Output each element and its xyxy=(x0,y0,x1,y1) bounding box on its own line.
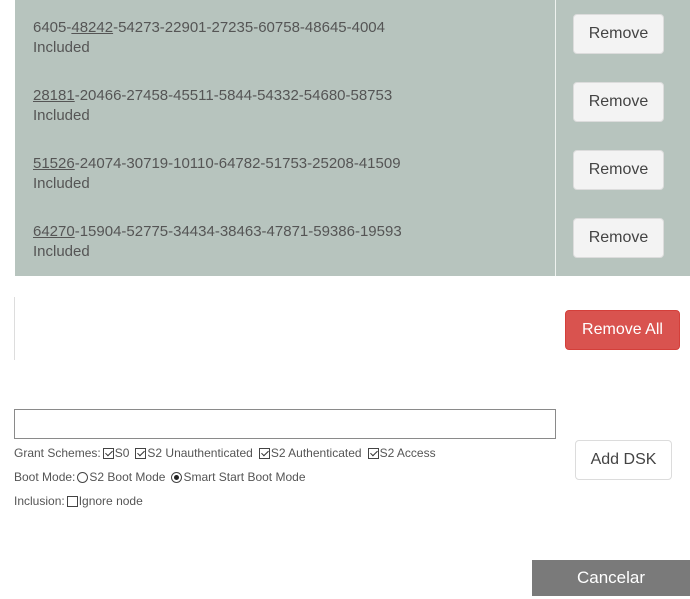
dsk-pin: 51526 xyxy=(33,155,75,172)
dsk-status: Included xyxy=(33,243,90,260)
add-dsk-button[interactable]: Add DSK xyxy=(575,440,672,480)
grant-schemes-row: Grant Schemes: S0 S2 Unauthenticated S2 … xyxy=(14,445,440,461)
smart-start-boot-mode-label: Smart Start Boot Mode xyxy=(183,470,306,484)
dsk-pin: 64270 xyxy=(33,223,75,240)
dsk-status: Included xyxy=(33,175,90,192)
dsk-entry: 28181-20466-27458-45511-5844-54332-54680… xyxy=(33,86,392,126)
remove-button[interactable]: Remove xyxy=(573,150,664,190)
dsk-status: Included xyxy=(33,107,90,124)
s2-authenticated-label: S2 Authenticated xyxy=(270,446,362,460)
dsk-entry: 51526-24074-30719-10110-64782-51753-2520… xyxy=(33,154,401,194)
dsk-suffix: -54273-22901-27235-60758-48645-4004 xyxy=(113,19,385,36)
dsk-row: 64270-15904-52775-34434-38463-47871-5938… xyxy=(15,204,690,272)
smart-start-boot-mode-radio[interactable] xyxy=(171,471,183,483)
dsk-entry: 6405-48242-54273-22901-27235-60758-48645… xyxy=(33,18,385,58)
dsk-value: 51526-24074-30719-10110-64782-51753-2520… xyxy=(33,154,401,174)
remove-all-button[interactable]: Remove All xyxy=(565,310,680,350)
cancel-button[interactable]: Cancelar xyxy=(532,560,690,596)
dsk-suffix: -24074-30719-10110-64782-51753-25208-415… xyxy=(74,155,401,172)
dsk-suffix: -15904-52775-34434-38463-47871-59386-195… xyxy=(74,223,402,240)
divider xyxy=(14,297,15,360)
dsk-value: 6405-48242-54273-22901-27235-60758-48645… xyxy=(33,18,385,38)
inclusion-row: Inclusion: Ignore node xyxy=(14,493,147,509)
dsk-pin: 28181 xyxy=(33,87,75,104)
dsk-entry: 64270-15904-52775-34434-38463-47871-5938… xyxy=(33,222,402,262)
dsk-table: 6405-48242-54273-22901-27235-60758-48645… xyxy=(15,0,690,276)
s2-authenticated-checkbox[interactable] xyxy=(258,447,270,459)
dsk-row: 6405-48242-54273-22901-27235-60758-48645… xyxy=(15,0,690,68)
s2-access-label: S2 Access xyxy=(379,446,436,460)
boot-mode-row: Boot Mode: S2 Boot Mode Smart Start Boot… xyxy=(14,469,310,485)
s2-boot-mode-radio[interactable] xyxy=(77,471,89,483)
dsk-value: 64270-15904-52775-34434-38463-47871-5938… xyxy=(33,222,402,242)
s2-unauthenticated-checkbox[interactable] xyxy=(135,447,147,459)
dsk-suffix: -20466-27458-45511-5844-54332-54680-5875… xyxy=(74,87,393,104)
remove-button[interactable]: Remove xyxy=(573,82,664,122)
dsk-pin: 48242 xyxy=(71,19,114,36)
dsk-row: 28181-20466-27458-45511-5844-54332-54680… xyxy=(15,68,690,136)
ignore-node-label: Ignore node xyxy=(78,494,143,508)
dsk-value: 28181-20466-27458-45511-5844-54332-54680… xyxy=(33,86,392,106)
remove-button[interactable]: Remove xyxy=(573,218,664,258)
s2-access-checkbox[interactable] xyxy=(367,447,379,459)
s0-checkbox[interactable] xyxy=(102,447,114,459)
s2-boot-mode-label: S2 Boot Mode xyxy=(89,470,166,484)
dsk-input[interactable] xyxy=(14,409,556,439)
inclusion-label: Inclusion: xyxy=(14,494,65,508)
dsk-status: Included xyxy=(33,39,90,56)
boot-mode-label: Boot Mode: xyxy=(14,470,76,484)
s2-unauthenticated-label: S2 Unauthenticated xyxy=(147,446,253,460)
dsk-row: 51526-24074-30719-10110-64782-51753-2520… xyxy=(15,136,690,204)
s0-label: S0 xyxy=(114,446,130,460)
ignore-node-checkbox[interactable] xyxy=(66,495,78,507)
remove-button[interactable]: Remove xyxy=(573,14,664,54)
dsk-prefix: 6405- xyxy=(33,19,72,36)
grant-schemes-label: Grant Schemes: xyxy=(14,446,101,460)
